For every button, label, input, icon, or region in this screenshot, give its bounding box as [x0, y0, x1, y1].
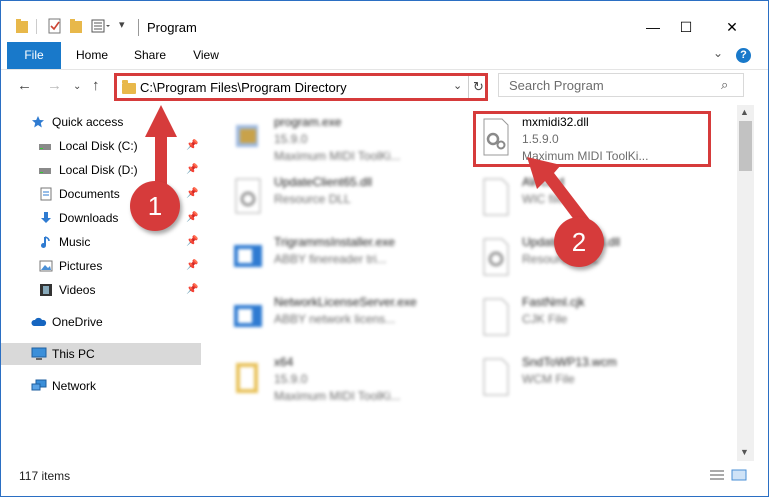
pin-icon[interactable]: 📌 [186, 183, 198, 205]
videos-icon [40, 284, 52, 296]
download-icon [41, 212, 51, 223]
expand-ribbon-icon[interactable]: ⌄ [713, 46, 723, 60]
step-badge-1: 1 [130, 181, 180, 231]
status-bar: 117 items [1, 463, 768, 487]
details-view-icon[interactable] [709, 469, 725, 481]
window-title: Program [147, 20, 197, 35]
sidebar-item-network[interactable]: Network [1, 375, 201, 397]
computer-icon [31, 347, 47, 360]
list-item[interactable]: x64 15.9.0 Maximum MIDI ToolKi... [226, 351, 466, 409]
close-button[interactable]: ✕ [709, 13, 755, 41]
pin-icon[interactable]: 📌 [186, 207, 198, 229]
refresh-icon[interactable]: ↻ [468, 76, 488, 98]
star-icon [32, 116, 44, 128]
list-item[interactable]: UpdateClient65.dll Resource DLL [226, 171, 466, 229]
recent-locations-icon[interactable]: ⌄ [73, 81, 81, 92]
search-input[interactable]: Search Program [509, 78, 604, 93]
address-bar[interactable]: C:\Program Files\Program Directory ⌄ ↻ [114, 73, 488, 101]
pin-icon[interactable]: 📌 [186, 255, 198, 277]
back-arrow-icon[interactable]: ← [17, 77, 32, 94]
server-icon [234, 305, 262, 327]
help-icon[interactable]: ? [736, 48, 751, 63]
tab-share[interactable]: Share [123, 42, 177, 69]
folder-icon [16, 19, 28, 33]
dll-file-icon [235, 178, 261, 214]
sidebar-item-onedrive[interactable]: OneDrive [1, 311, 201, 333]
pictures-icon [39, 260, 53, 272]
list-item[interactable]: SndToWP13.wcm WCM File [474, 351, 714, 409]
drive-icon [39, 168, 51, 174]
file-icon [483, 178, 509, 216]
tab-file[interactable]: File [7, 42, 61, 69]
file-icon [483, 298, 509, 336]
tab-view[interactable]: View [179, 42, 233, 69]
pin-icon[interactable]: 📌 [186, 135, 198, 157]
sidebar-item-pictures[interactable]: Pictures 📌 [1, 255, 201, 277]
search-box[interactable]: Search Program ⌕ [498, 73, 744, 97]
drive-icon [39, 144, 51, 150]
music-icon [41, 236, 50, 248]
folder-icon [122, 80, 136, 94]
address-dropdown-icon[interactable]: ⌄ [453, 79, 462, 92]
program-icon [236, 125, 258, 147]
network-icon [31, 379, 47, 391]
customize-quick-access-icon[interactable]: ▾ [119, 18, 125, 31]
list-item[interactable]: NetworkLicenseServer.exe ABBY network li… [226, 291, 466, 349]
list-item[interactable]: program.exe 15.9.0 Maximum MIDI ToolKi..… [226, 111, 466, 169]
scroll-down-icon[interactable]: ▼ [740, 447, 749, 457]
list-item[interactable]: FastNml.cjk CJK File [474, 291, 714, 349]
title-bar: ▾ Program — ☐ ✕ [1, 1, 768, 41]
properties-icon[interactable] [47, 17, 63, 35]
navigation-bar: ← → ⌄ ↑ C:\Program Files\Program Directo… [1, 69, 768, 103]
large-icons-view-icon[interactable] [731, 469, 747, 481]
pin-icon[interactable]: 📌 [186, 159, 198, 181]
sidebar-item-videos[interactable]: Videos 📌 [1, 279, 201, 301]
installer-icon [234, 245, 262, 267]
documents-icon [40, 187, 52, 201]
cloud-icon [31, 317, 47, 326]
forward-arrow-icon[interactable]: → [47, 77, 62, 94]
sidebar-item-music[interactable]: Music 📌 [1, 231, 201, 253]
sidebar-item-this-pc[interactable]: This PC [1, 343, 201, 365]
scrollbar-thumb[interactable] [739, 121, 752, 171]
pin-icon[interactable]: 📌 [186, 279, 198, 301]
up-arrow-icon[interactable]: ↑ [92, 77, 100, 94]
file-list: program.exe 15.9.0 Maximum MIDI ToolKi..… [202, 105, 737, 461]
scroll-up-icon[interactable]: ▲ [740, 107, 749, 117]
address-path[interactable]: C:\Program Files\Program Directory [140, 80, 347, 95]
new-folder-icon[interactable] [69, 17, 83, 35]
list-item[interactable]: TrigrammsInstaller.exe ABBY finereader t… [226, 231, 466, 289]
tab-home[interactable]: Home [65, 42, 119, 69]
item-count: 117 items [19, 469, 71, 483]
folder-icon [236, 363, 258, 393]
pin-icon[interactable]: 📌 [186, 231, 198, 253]
dll-file-icon [483, 238, 509, 276]
vertical-scrollbar[interactable]: ▲ ▼ [737, 105, 754, 461]
explorer-window: ▾ Program — ☐ ✕ File Home Share View ⌄ ?… [0, 0, 769, 497]
maximize-button[interactable]: ☐ [663, 13, 709, 41]
search-icon[interactable]: ⌕ [721, 77, 728, 93]
ribbon-tabs: File Home Share View [1, 42, 768, 69]
file-icon [483, 358, 509, 396]
view-options-icon[interactable] [91, 17, 111, 35]
step-badge-2: 2 [554, 217, 604, 267]
